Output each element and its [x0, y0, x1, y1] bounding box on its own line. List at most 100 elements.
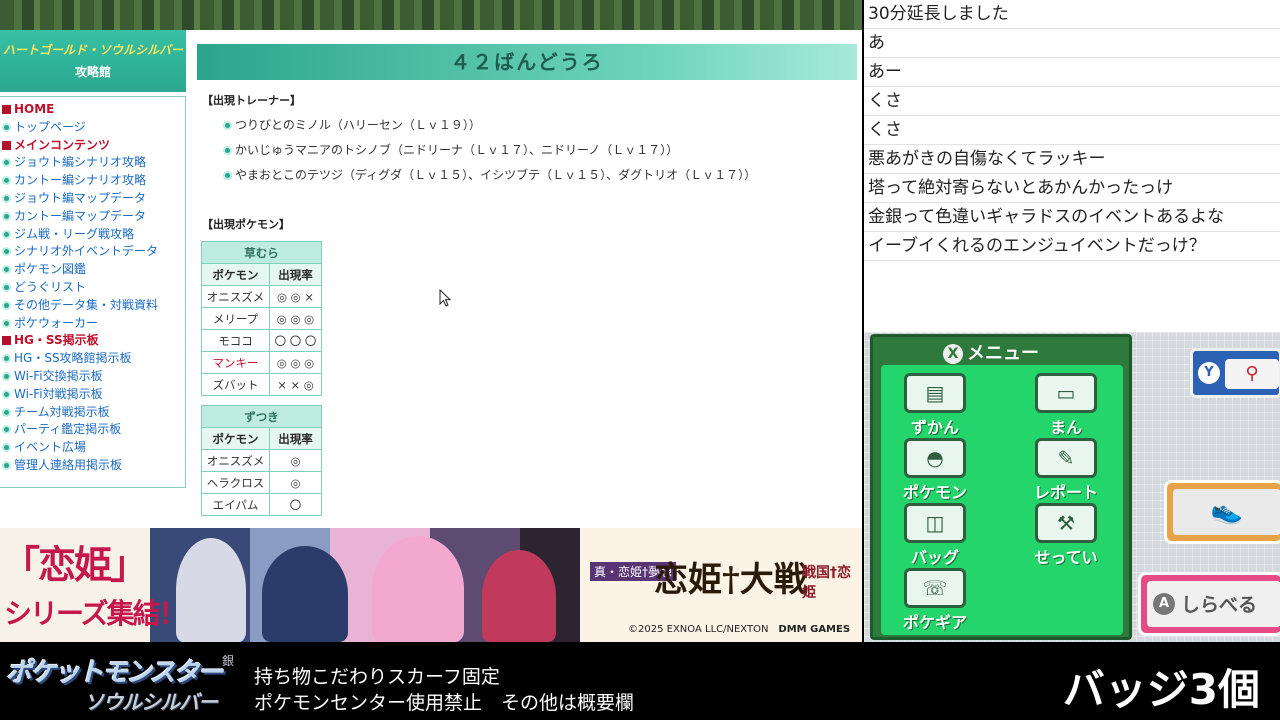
menu-item-settings[interactable]: ⚒ せってい — [1026, 503, 1106, 567]
bullet-icon — [2, 407, 11, 417]
bullet-icon — [2, 282, 11, 292]
check-button[interactable]: A しらべる — [1138, 572, 1280, 636]
site-logo-line1: ハートゴールド・ソウルシルバー — [2, 43, 183, 57]
chat-message: あー — [864, 58, 1280, 87]
sidebar-link-label: 管理人連絡用掲示板 — [14, 457, 123, 472]
bullet-icon — [223, 146, 232, 155]
chat-message: あ — [864, 29, 1280, 58]
table-row: エイパム〇 — [201, 493, 322, 516]
sidebar-link[interactable]: パーティ鑑定掲示板 — [0, 421, 185, 439]
close-x-icon: X — [943, 344, 963, 364]
ad-game-logos: 真・恋姫†夢想 恋姫†大戦 戦国†恋姫 — [580, 548, 862, 618]
trainer-entry[interactable]: つりびとのミノル（ハリーセン（Ｌｖ１９）） — [223, 116, 481, 133]
menu-item-trainer-card[interactable]: ▭ まん — [1026, 373, 1106, 437]
ad-logo-right: 戦国†恋姫 — [802, 565, 851, 601]
sidebar-link[interactable]: トップページ — [0, 119, 185, 137]
sidebar-link[interactable]: ジム戦・リーグ戦攻略 — [0, 226, 185, 244]
sidebar-section-heading: HOME — [0, 101, 185, 119]
challenge-rules: 持ち物こだわりスカーフ固定 ポケモンセンター使用禁止 その他は概要欄 — [254, 664, 634, 716]
pokemon-name-cell: メリープ — [201, 307, 270, 330]
bicycle-icon: ⚲ — [1225, 359, 1279, 389]
sidebar-link-label: HG・SS攻略館掲示板 — [14, 351, 132, 366]
chat-message: くさ — [864, 87, 1280, 116]
menu-item-pokegear[interactable]: ☏ ポケギア — [895, 568, 975, 632]
sidebar-link[interactable]: ジョウト編シナリオ攻略 — [0, 154, 185, 172]
headbutt-encounter-table: ずつき ポケモン 出現率 オニスズメ ◎ ヘラクロス ◎ エイパム〇 — [201, 405, 322, 516]
pokemon-name-cell: ヘラクロス — [201, 471, 270, 494]
menu-item-pokemon[interactable]: ◓ ポケモン — [895, 438, 975, 502]
table-row: マンキー ◎ ◎ ◎ — [201, 351, 322, 374]
encounter-rate-cell: ◎ — [269, 449, 322, 472]
sidebar-link-label: メインコンテンツ — [14, 137, 111, 152]
bullet-icon — [2, 229, 11, 239]
bullet-icon — [2, 354, 11, 364]
menu-item-pokedex[interactable]: ▤ ずかん — [895, 373, 975, 437]
sidebar-link-label: チーム対戦掲示板 — [14, 404, 110, 419]
ad-logo-main: 恋姫†大戦 — [654, 560, 808, 600]
menu-item-report[interactable]: ✎ レポート — [1026, 438, 1106, 502]
ad-character-art — [372, 536, 464, 642]
game-logo-edition: ソウルシルバー — [84, 690, 218, 714]
menu-title[interactable]: X メニュー — [943, 339, 1039, 365]
bullet-icon — [2, 425, 11, 435]
pokegear-icon: ☏ — [904, 568, 966, 608]
pokemon-name-cell: ズバット — [201, 373, 270, 396]
sidebar-link[interactable]: ジョウト編マップデータ — [0, 190, 185, 208]
trainer-entry[interactable]: やまおとこのテツジ（ディグダ（Ｌｖ１５）、イシツブテ（Ｌｖ１５）、ダグトリオ（Ｌ… — [223, 166, 756, 183]
chat-message: 30分延長しました — [864, 0, 1280, 29]
sidebar-link[interactable]: Wi-Fi対戦掲示板 — [0, 386, 185, 404]
ad-copyright: ©2025 EXNOA LLC/NEXTON DMM GAMES — [628, 624, 850, 635]
sidebar: ハートゴールド・ソウルシルバー 攻略館 HOME トップページ メインコンテンツジョ… — [0, 30, 186, 488]
game-menu-panel: X メニュー ▤ ずかん ▭ まん ◓ ポケモン ✎ レポート ◫ バッグ ⚒ せってい ☏ ポ… — [870, 334, 1132, 640]
main-content: ４２ばんどうろ 【出現トレーナー】 つりびとのミノル（ハリーセン（Ｌｖ１９）） … — [197, 44, 857, 528]
browser-window: ハートゴールド・ソウルシルバー 攻略館 HOME トップページ メインコンテンツジョ… — [0, 0, 862, 642]
grass-encounter-table: 草むら ポケモン 出現率 オニスズメ ◎ ◎ × メリープ ◎ ◎ ◎ モココ〇 〇 〇… — [201, 241, 322, 396]
page-title: ４２ばんどうろ — [197, 44, 857, 80]
table-row: メリープ ◎ ◎ ◎ — [201, 307, 322, 330]
column-header-pokemon: ポケモン — [201, 427, 270, 450]
pokedex-icon: ▤ — [904, 373, 966, 413]
menu-item-label: せってい — [1034, 548, 1098, 567]
bullet-icon — [2, 318, 11, 328]
registered-item-button[interactable]: Y ⚲ — [1190, 348, 1280, 398]
sidebar-nav: HOME トップページ メインコンテンツジョウト編シナリオ攻略 カントー編シナリオ攻略… — [0, 96, 186, 488]
chat-panel: 30分延長しましたああー くさ くさ 悪あがきの自傷なくてラッキー 塔って絶対寄らないと… — [864, 0, 1280, 332]
trainer-text: かいじゅうマニアのトシノブ（ニドリーナ（Ｌｖ１７）、ニドリーノ（Ｌｖ１７）） — [235, 143, 679, 157]
sidebar-link[interactable]: チーム対戦掲示板 — [0, 404, 185, 422]
sidebar-link[interactable]: ポケモン図鑑 — [0, 261, 185, 279]
table-caption: 草むら — [201, 241, 322, 264]
encounter-rate-cell: ◎ ◎ × — [269, 285, 322, 308]
sidebar-link[interactable]: シナリオ外イベントデータ — [0, 243, 185, 261]
running-shoes-button[interactable]: 👟 — [1164, 480, 1280, 544]
check-button-face: A しらべる — [1147, 581, 1280, 627]
table-row: オニスズメ ◎ — [201, 449, 322, 472]
encounter-rate-cell: ◎ ◎ ◎ — [269, 307, 322, 330]
sidebar-link[interactable]: イベント広場 — [0, 439, 185, 457]
sidebar-link[interactable]: HG・SS攻略館掲示板 — [0, 350, 185, 368]
sidebar-link[interactable]: Wi-Fi交換掲示板 — [0, 368, 185, 386]
sidebar-link[interactable]: 管理人連絡用掲示板 — [0, 457, 185, 475]
site-logo[interactable]: ハートゴールド・ソウルシルバー 攻略館 — [0, 30, 186, 92]
page-background-strip — [0, 0, 862, 30]
sidebar-link[interactable]: カントー編シナリオ攻略 — [0, 172, 185, 190]
banner-ad[interactable]: 「恋姫」 シリーズ集結！ 真・恋姫†夢想 恋姫†大戦 戦国†恋姫 ©2025 E… — [0, 528, 862, 642]
menu-item-bag[interactable]: ◫ バッグ — [895, 503, 975, 567]
sidebar-link[interactable]: ポケウォーカー — [0, 315, 185, 333]
table-row: モココ〇 〇 〇 — [201, 329, 322, 352]
sidebar-link[interactable]: どうぐリスト — [0, 279, 185, 297]
bullet-icon — [223, 121, 232, 130]
sidebar-link-label: カントー編シナリオ攻略 — [14, 173, 147, 188]
menu-item-label: ポケモン — [902, 483, 967, 502]
sidebar-link[interactable]: その他データ集・対戦資料 — [0, 297, 185, 315]
badge-counter: バッジ3個 — [1062, 665, 1260, 714]
sidebar-link-label: ジョウト編シナリオ攻略 — [14, 155, 147, 170]
menu-item-label: ずかん — [910, 418, 959, 437]
trainer-entry[interactable]: かいじゅうマニアのトシノブ（ニドリーナ（Ｌｖ１７）、ニドリーノ（Ｌｖ１７）） — [223, 141, 678, 158]
bullet-icon — [2, 389, 11, 399]
pokemon-name-cell[interactable]: マンキー — [201, 351, 270, 374]
trainer-text: やまおとこのテツジ（ディグダ（Ｌｖ１５）、イシツブテ（Ｌｖ１５）、ダグトリオ（Ｌ… — [235, 168, 757, 182]
bullet-icon — [223, 171, 232, 180]
sidebar-link[interactable]: カントー編マップデータ — [0, 208, 185, 226]
pokemon-name-cell: オニスズメ — [201, 449, 270, 472]
game-logo: ポケットモンスター 銀 ソウルシルバー — [6, 648, 242, 716]
